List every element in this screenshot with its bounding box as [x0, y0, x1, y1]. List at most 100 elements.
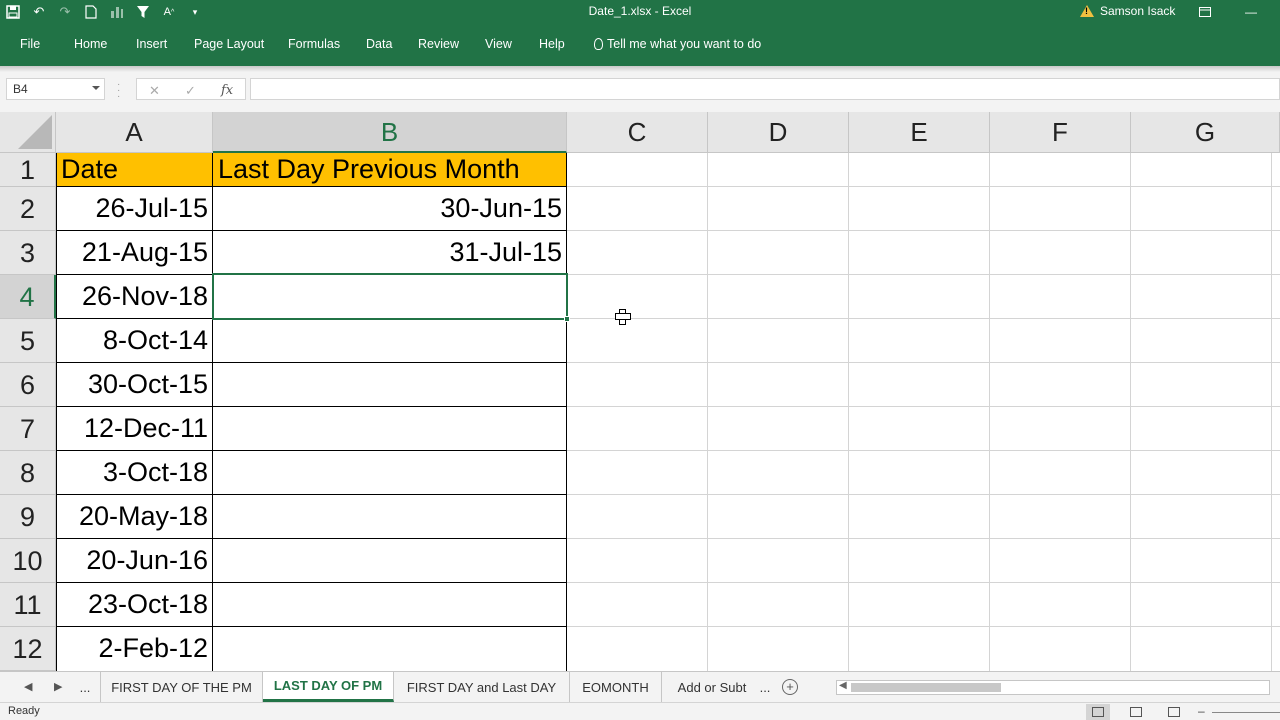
normal-view-icon[interactable] [1086, 704, 1110, 720]
add-sheet-icon[interactable]: + [782, 679, 798, 695]
column-header-b[interactable]: B [213, 112, 567, 153]
enter-icon[interactable]: ✓ [185, 83, 196, 99]
page-break-preview-icon[interactable] [1162, 704, 1186, 720]
table-border [56, 186, 567, 187]
row-header-8[interactable]: 8 [0, 451, 56, 495]
cell-b9[interactable] [213, 495, 567, 538]
column-header-a[interactable]: A [56, 112, 213, 153]
row-header-1[interactable]: 1 [0, 153, 56, 187]
column-header-g[interactable]: G [1131, 112, 1280, 153]
chevron-down-icon[interactable] [92, 86, 100, 90]
page-layout-view-icon[interactable] [1124, 704, 1148, 720]
tab-insert[interactable]: Insert [136, 37, 167, 51]
column-header-d[interactable]: D [708, 112, 849, 153]
row-header-4[interactable]: 4 [0, 275, 56, 319]
row-header-9[interactable]: 9 [0, 495, 56, 539]
drag-handle-icon[interactable]: · · · [117, 80, 120, 102]
column-header-f[interactable]: F [990, 112, 1131, 153]
cell-b5[interactable] [213, 319, 567, 362]
formula-input[interactable] [250, 78, 1280, 100]
cell-b10[interactable] [213, 539, 567, 582]
column-header-c[interactable]: C [567, 112, 708, 153]
fill-handle[interactable] [564, 316, 570, 322]
select-all-button[interactable] [0, 112, 56, 153]
insert-function-icon[interactable]: fx [221, 83, 233, 98]
table-border [56, 494, 567, 495]
scroll-right-icon[interactable]: ▶ [54, 680, 62, 693]
sheet-tab-bar: ◀ ▶ ... FIRST DAY OF THE PM LAST DAY OF … [0, 671, 1280, 702]
cell-a12[interactable]: 2-Feb-12 [56, 627, 213, 670]
table-border [56, 406, 567, 407]
tab-home[interactable]: Home [74, 37, 107, 51]
sheet-tab-eomonth[interactable]: EOMONTH [570, 672, 662, 702]
name-box[interactable]: B4 [6, 78, 105, 100]
tab-help[interactable]: Help [539, 37, 565, 51]
ribbon-display-options-icon[interactable] [1182, 0, 1228, 24]
tab-formulas[interactable]: Formulas [288, 37, 340, 51]
tab-page-layout[interactable]: Page Layout [194, 37, 264, 51]
cell-b6[interactable] [213, 363, 567, 406]
sheet-tab-last-day-of-pm[interactable]: LAST DAY OF PM [263, 672, 394, 702]
cell-a8[interactable]: 3-Oct-18 [56, 451, 213, 494]
cell-a2[interactable]: 26-Jul-15 [56, 187, 213, 230]
cancel-icon[interactable]: ✕ [149, 83, 160, 99]
cell-b7[interactable] [213, 407, 567, 450]
active-cell-selection[interactable] [212, 273, 570, 322]
scroll-left-arrow-icon[interactable]: ◀ [839, 680, 847, 691]
cell-b12[interactable] [213, 627, 567, 670]
cell-a4[interactable]: 26-Nov-18 [56, 275, 213, 318]
cell-a3[interactable]: 21-Aug-15 [56, 231, 213, 274]
row-header-12[interactable]: 12 [0, 627, 56, 671]
formula-bar: B4 · · · ✕ ✓ fx [0, 72, 1280, 112]
warning-icon [1080, 5, 1094, 17]
tab-data[interactable]: Data [366, 37, 392, 51]
row-header-2[interactable]: 2 [0, 187, 56, 231]
zoom-out-icon[interactable]: – [1198, 705, 1205, 717]
column-header-e[interactable]: E [849, 112, 990, 153]
tab-review[interactable]: Review [418, 37, 459, 51]
sheet-tabs-more-right[interactable]: ... [756, 672, 774, 702]
tab-file[interactable]: File [20, 37, 40, 51]
row-header-7[interactable]: 7 [0, 407, 56, 451]
cell-a10[interactable]: 20-Jun-16 [56, 539, 213, 582]
cell-a9[interactable]: 20-May-18 [56, 495, 213, 538]
cell-b11[interactable] [213, 583, 567, 626]
sheet-tab-first-day-and-last-day[interactable]: FIRST DAY and Last DAY [394, 672, 570, 702]
name-box-value: B4 [13, 82, 28, 96]
cell-a7[interactable]: 12-Dec-11 [56, 407, 213, 450]
cell-a6[interactable]: 30-Oct-15 [56, 363, 213, 406]
cell-a5[interactable]: 8-Oct-14 [56, 319, 213, 362]
scroll-left-icon[interactable]: ◀ [24, 680, 32, 693]
cell-b3[interactable]: 31-Jul-15 [213, 231, 567, 274]
minimize-icon[interactable]: — [1228, 0, 1274, 24]
sheet-tab-add-or-subt[interactable]: Add or Subt [662, 672, 762, 702]
scrollbar-thumb[interactable] [851, 683, 1001, 692]
cell-a1[interactable]: Date [56, 153, 213, 186]
row-header-6[interactable]: 6 [0, 363, 56, 407]
table-border [56, 626, 567, 627]
spreadsheet-grid: A B C D E F G 1 2 3 4 5 6 7 8 9 10 11 12 [0, 112, 1280, 671]
ribbon-tabs: File Home Insert Page Layout Formulas Da… [0, 24, 1280, 66]
sheet-tab-first-day-of-the-pm[interactable]: FIRST DAY OF THE PM [101, 672, 263, 702]
row-header-11[interactable]: 11 [0, 583, 56, 627]
user-account[interactable]: Samson Isack [1080, 4, 1175, 18]
cell-b8[interactable] [213, 451, 567, 494]
horizontal-scrollbar[interactable]: ◀ [836, 680, 1270, 695]
table-border [56, 362, 567, 363]
row-header-3[interactable]: 3 [0, 231, 56, 275]
tell-me-search[interactable]: Tell me what you want to do [594, 37, 761, 51]
row-header-10[interactable]: 10 [0, 539, 56, 583]
tell-me-label: Tell me what you want to do [607, 37, 762, 51]
zoom-slider[interactable] [1212, 712, 1280, 713]
excel-window: ↶ ↷ A^ ▾ Date_1.xlsx - Excel Samson Isac… [0, 0, 1280, 720]
cell-b2[interactable]: 30-Jun-15 [213, 187, 567, 230]
table-border [56, 582, 567, 583]
table-border [56, 230, 567, 231]
status-text: Ready [8, 705, 40, 717]
cell-b1[interactable]: Last Day Previous Month [213, 153, 567, 186]
tab-view[interactable]: View [485, 37, 512, 51]
formula-buttons: ✕ ✓ fx [136, 78, 246, 100]
sheet-tabs-more-left[interactable]: ... [70, 672, 101, 702]
row-header-5[interactable]: 5 [0, 319, 56, 363]
cell-a11[interactable]: 23-Oct-18 [56, 583, 213, 626]
